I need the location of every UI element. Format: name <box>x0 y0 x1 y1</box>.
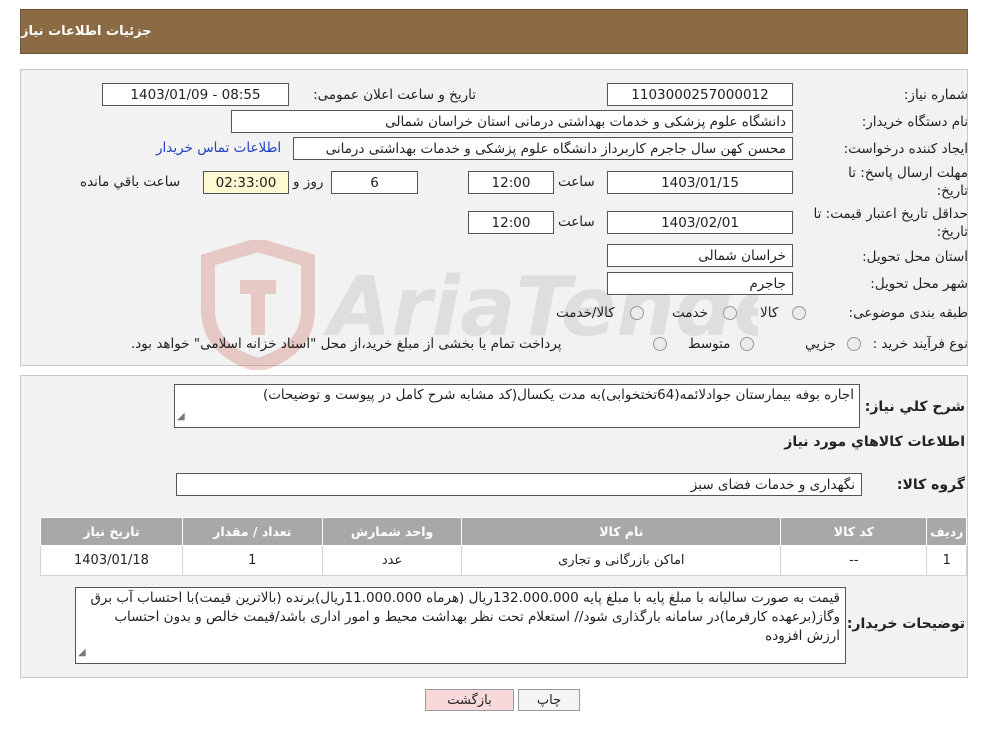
buyer-contact-link[interactable]: اطلاعات تماس خریدار <box>156 140 281 156</box>
days-label: روز و <box>293 174 324 190</box>
column-header-name: نام کالا <box>461 517 782 546</box>
deadline-time-label: ساعت <box>558 174 595 190</box>
process-option-medium: متوسط <box>688 336 731 352</box>
category-option-goods-service: کالا/خدمت <box>556 305 615 321</box>
category-radio-goods[interactable] <box>792 306 806 320</box>
cell-name: اماکن بازرگانی و تجاری <box>461 545 782 576</box>
cell-date: 1403/01/18 <box>40 545 183 576</box>
buyer-notes-field[interactable]: قیمت به صورت سالیانه با مبلغ پایه با مبل… <box>75 587 846 664</box>
validity-label: حداقل تاريخ اعتبار قيمت: تا <box>813 206 968 222</box>
need-number-field[interactable]: 1103000257000012 <box>607 83 793 106</box>
back-button[interactable]: بازگشت <box>425 689 514 711</box>
column-header-date: تاريخ نياز <box>40 517 183 546</box>
days-field[interactable]: 6 <box>331 171 418 194</box>
cell-unit: عدد <box>321 545 463 576</box>
need-number-label: شماره نیاز: <box>903 87 968 103</box>
validity-label-date: تاريخ: <box>936 224 968 240</box>
description-text: اجاره بوفه بیمارستان جوادلائمه(64تختخواب… <box>262 387 854 403</box>
buyer-org-field[interactable]: دانشگاه علوم پزشکی و خدمات بهداشتی درمان… <box>231 110 793 133</box>
cell-row: 1 <box>926 545 967 576</box>
category-radio-goods-service[interactable] <box>630 306 644 320</box>
announce-label: تاریخ و ساعت اعلان عمومی: <box>313 87 476 103</box>
description-field[interactable]: اجاره بوفه بیمارستان جوادلائمه(64تختخواب… <box>174 384 860 428</box>
process-label: نوع فرآيند خريد : <box>872 336 968 352</box>
process-option-minor: جزيي <box>805 336 836 352</box>
requester-field[interactable]: محسن کهن سال جاجرم کاربرداز دانشگاه علوم… <box>293 137 793 160</box>
goods-table-wrapper: رديف کد کالا نام کالا واحد شمارش تعداد /… <box>40 517 967 576</box>
province-field[interactable]: خراسان شمالی <box>607 244 793 267</box>
province-label: استان محل تحويل: <box>862 249 968 265</box>
process-radio-minor[interactable] <box>847 337 861 351</box>
goods-group-label: گروه کالا: <box>896 477 965 493</box>
column-header-quantity: تعداد / مقدار <box>181 517 323 546</box>
remaining-label: ساعت باقي مانده <box>80 174 181 190</box>
city-label: شهر محل تحويل: <box>870 276 968 292</box>
buyer-notes-text: قیمت به صورت سالیانه با مبلغ پایه با مبل… <box>90 590 840 644</box>
buyer-notes-label: توضيحات خريدار: <box>846 616 965 632</box>
column-header-unit: واحد شمارش <box>321 517 463 546</box>
column-header-row: رديف <box>926 517 967 546</box>
announce-field[interactable]: 1403/01/09 - 08:55 <box>102 83 289 106</box>
cell-quantity: 1 <box>181 545 323 576</box>
category-radio-service[interactable] <box>723 306 737 320</box>
process-radio-treasury[interactable] <box>653 337 667 351</box>
requester-label: ایجاد کننده درخواست: <box>843 141 968 157</box>
category-label: طبقه بندی موضوعی: <box>848 305 968 321</box>
cell-code: -- <box>780 545 928 576</box>
buyer-org-label: نام دستگاه خریدار: <box>861 114 968 130</box>
process-note: پرداخت تمام يا بخشی از مبلغ خريد،از محل … <box>131 336 562 352</box>
deadline-date-field[interactable]: 1403/01/15 <box>607 171 793 194</box>
remaining-time-field: 02:33:00 <box>203 171 289 194</box>
resize-handle-icon[interactable]: ◢ <box>78 643 86 662</box>
resize-handle-icon[interactable]: ◢ <box>177 407 185 426</box>
goods-table: رديف کد کالا نام کالا واحد شمارش تعداد /… <box>40 517 967 576</box>
column-header-code: کد کالا <box>780 517 928 546</box>
goods-group-field[interactable]: نگهداری و خدمات فضای سبز <box>176 473 862 496</box>
goods-table-header: رديف کد کالا نام کالا واحد شمارش تعداد /… <box>40 517 967 546</box>
table-row: 1 -- اماکن بازرگانی و تجاری عدد 1 1403/0… <box>40 545 967 576</box>
validity-time-field[interactable]: 12:00 <box>468 211 554 234</box>
page-title: جزئیات اطلاعات نیاز <box>21 24 152 39</box>
deadline-label-date: تاریخ: <box>936 183 968 199</box>
category-option-goods: کالا <box>760 305 779 321</box>
description-label: شرح کلي نياز: <box>864 399 965 415</box>
process-radio-medium[interactable] <box>740 337 754 351</box>
deadline-time-field[interactable]: 12:00 <box>468 171 554 194</box>
category-option-service: خدمت <box>672 305 708 321</box>
validity-date-field[interactable]: 1403/02/01 <box>607 211 793 234</box>
page-header: جزئیات اطلاعات نیاز <box>20 9 968 54</box>
print-button[interactable]: چاپ <box>518 689 580 711</box>
goods-section-title: اطلاعات کالاهاي مورد نياز <box>784 434 965 450</box>
deadline-label: مهلت ارسال پاسخ: تا <box>848 165 968 181</box>
validity-time-label: ساعت <box>558 214 595 230</box>
city-field[interactable]: جاجرم <box>607 272 793 295</box>
